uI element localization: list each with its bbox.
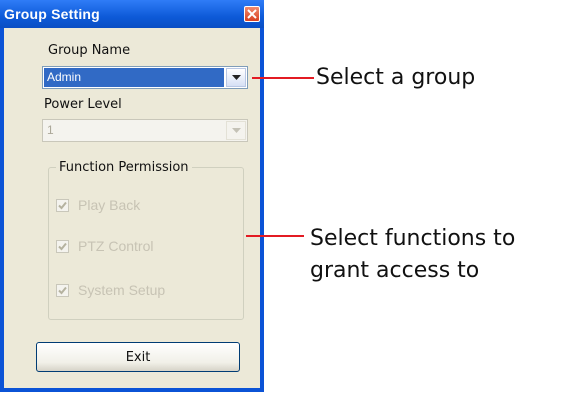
title-bar[interactable]: Group Setting (0, 0, 264, 28)
checkmark-icon (58, 242, 67, 251)
power-level-value: 1 (47, 123, 54, 137)
window-title: Group Setting (4, 6, 100, 22)
group-name-value: Admin (44, 68, 224, 87)
chevron-down-icon (232, 128, 241, 133)
callout-line-group (252, 77, 314, 79)
callout-line-functions (246, 235, 304, 237)
exit-button[interactable]: Exit (36, 342, 240, 372)
power-level-dropdown-button[interactable] (226, 121, 246, 140)
group-name-label: Group Name (48, 43, 131, 58)
chevron-down-icon (232, 75, 241, 80)
group-name-dropdown-button[interactable] (226, 68, 246, 87)
function-permission-legend: Function Permission (59, 160, 189, 175)
checkmark-icon (58, 286, 67, 295)
checkbox-label: Play Back (78, 197, 141, 213)
close-icon (247, 9, 257, 19)
callout-select-functions-line2: grant access to (310, 258, 480, 283)
power-level-label: Power Level (44, 97, 122, 112)
checkbox-label: PTZ Control (78, 238, 154, 254)
callout-select-functions-line1: Select functions to (310, 226, 516, 251)
power-level-select[interactable]: 1 (42, 119, 248, 142)
checkbox[interactable] (56, 240, 69, 253)
close-button[interactable] (244, 6, 260, 22)
checkmark-icon (58, 201, 67, 210)
group-name-select[interactable]: Admin (42, 66, 248, 89)
checkbox-label: System Setup (78, 282, 166, 298)
checkbox[interactable] (56, 199, 69, 212)
callout-select-group: Select a group (316, 65, 476, 90)
checkbox[interactable] (56, 284, 69, 297)
